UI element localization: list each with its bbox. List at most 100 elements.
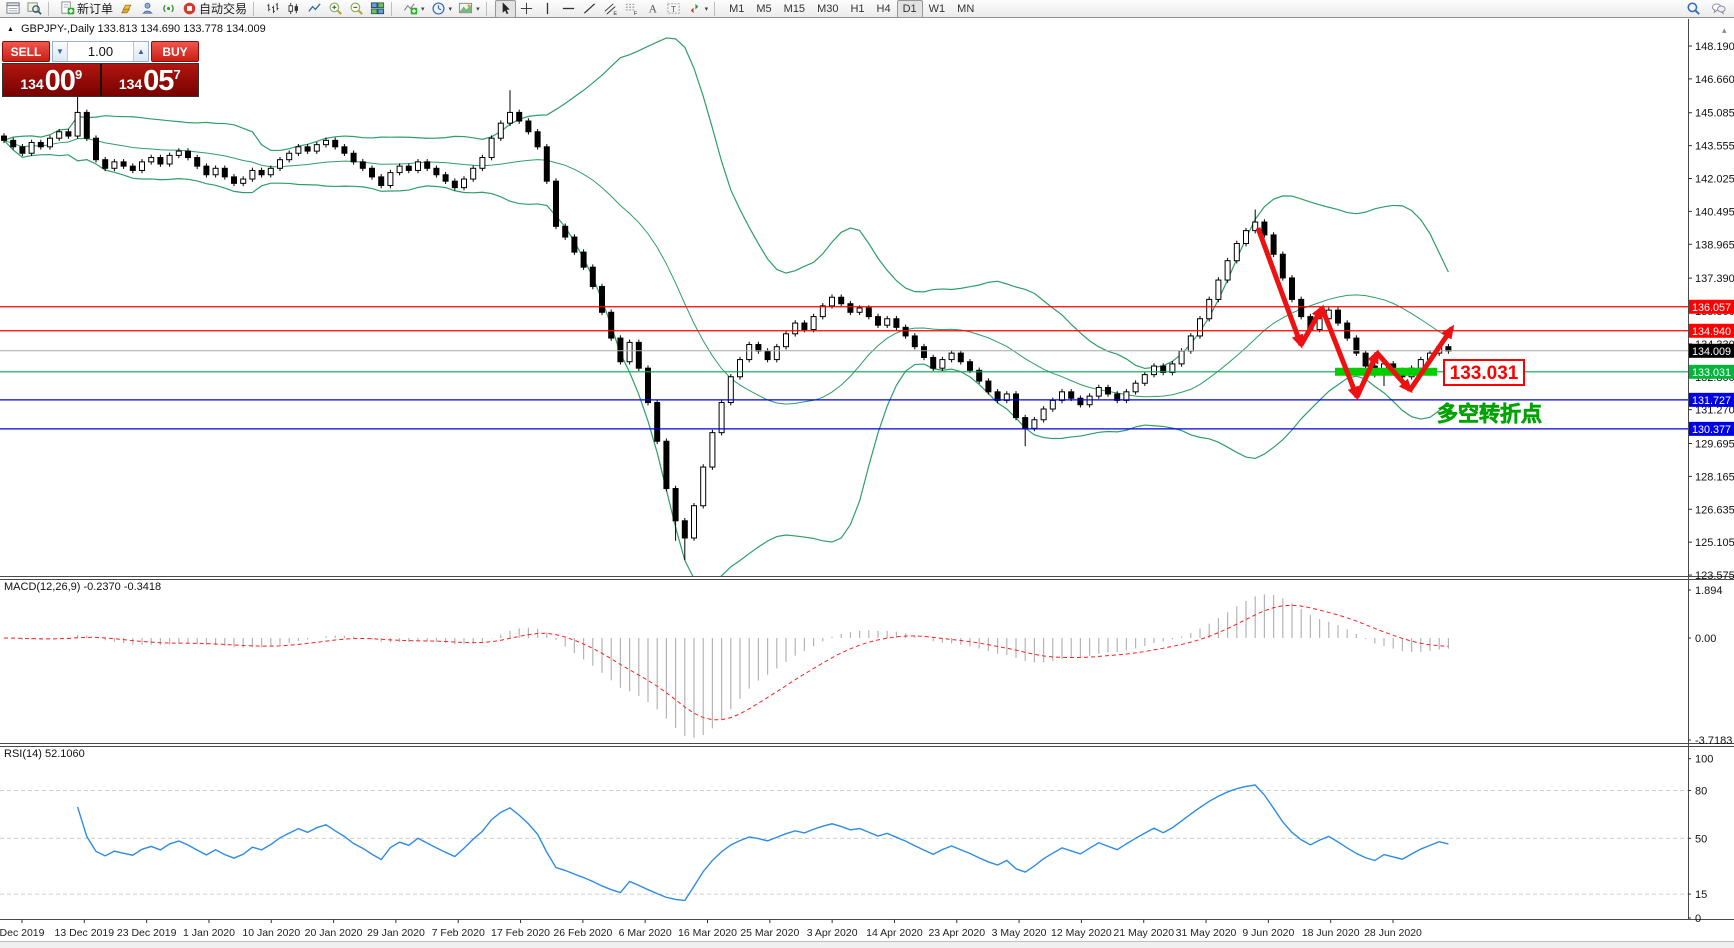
candle-body	[581, 252, 586, 267]
trendline-icon[interactable]	[579, 0, 600, 18]
equidistant-channel-icon: E	[603, 1, 618, 16]
candle-body	[1244, 231, 1249, 244]
candle-body	[1198, 319, 1203, 336]
toolbar: 新订单自动交易▾▾▾EFAT▾M1M5M15M30H1H4D1W1MN	[0, 0, 1734, 18]
candle-body	[1262, 222, 1267, 235]
price-badge-text: 133.031	[1692, 367, 1731, 379]
text-icon[interactable]: A	[642, 0, 663, 18]
clock-icon[interactable]: ▾	[428, 0, 456, 18]
buy-button[interactable]: BUY	[151, 41, 199, 62]
candle-body	[572, 237, 577, 252]
tf-w1-button[interactable]: W1	[923, 0, 952, 18]
candle-body	[1078, 398, 1083, 404]
tf-h1-button[interactable]: H1	[844, 0, 870, 18]
candle-body	[406, 166, 411, 170]
tile-windows-icon[interactable]	[367, 0, 388, 18]
rsi-tick-label: 80	[1695, 786, 1707, 798]
tf-m5-button[interactable]: M5	[750, 0, 777, 18]
candle-body	[646, 368, 651, 402]
new-order-button[interactable]: 新订单	[57, 0, 116, 18]
price-badge-text: 131.727	[1692, 395, 1731, 407]
signal-icon[interactable]	[158, 0, 179, 18]
price-tick-label: 125.105	[1695, 537, 1734, 549]
tf-h1-button-label: H1	[847, 3, 867, 15]
candle-body	[462, 179, 467, 188]
bar-chart-icon	[265, 1, 280, 16]
candle-body	[38, 143, 43, 147]
add-indicator-icon[interactable]: ▾	[400, 0, 428, 18]
candle-body	[1124, 392, 1129, 401]
search-icon[interactable]	[1683, 0, 1704, 18]
volume-increase-button[interactable]: ▲	[133, 42, 148, 61]
chart-area[interactable]: 133.031多空转折点▴148.190146.660145.085143.55…	[0, 0, 1734, 948]
tf-m15-button[interactable]: M15	[778, 0, 811, 18]
tf-mn-button[interactable]: MN	[951, 0, 980, 18]
fibonacci-icon[interactable]: F	[621, 0, 642, 18]
zoom-out-icon[interactable]	[346, 0, 367, 18]
tf-m1-button[interactable]: M1	[723, 0, 750, 18]
data-window-icon[interactable]	[3, 0, 24, 18]
volume-input[interactable]	[68, 42, 133, 61]
tf-mn-button-label: MN	[954, 3, 977, 15]
sell-price[interactable]: 134009	[3, 64, 100, 96]
zoom-out-icon	[349, 1, 364, 16]
trading-platform-window: 133.031多空转折点▴148.190146.660145.085143.55…	[0, 0, 1734, 948]
crosshair-icon[interactable]	[516, 0, 537, 18]
note-text[interactable]: 多空转折点	[1437, 402, 1542, 426]
chat-icon[interactable]	[1708, 0, 1729, 18]
sell-button[interactable]: SELL	[2, 41, 50, 62]
buy-price[interactable]: 134057	[102, 64, 199, 96]
price-tick-label: 146.660	[1695, 74, 1734, 86]
candle-body	[57, 132, 62, 138]
candle-body	[719, 403, 724, 433]
text-label-icon[interactable]: T	[663, 0, 684, 18]
tf-d1-button[interactable]: D1	[897, 0, 923, 18]
svg-text:F: F	[633, 11, 637, 16]
rsi-tick-label: 0	[1695, 913, 1701, 925]
autotrading-button[interactable]: 自动交易	[179, 0, 250, 18]
candle-body	[517, 112, 522, 121]
candle-body	[618, 338, 623, 362]
fibonacci-icon: F	[624, 1, 639, 16]
volume-decrease-button[interactable]: ▼	[53, 42, 68, 61]
arrows-icon[interactable]: ▾	[684, 0, 712, 18]
candle-body	[250, 170, 255, 179]
candle-body	[802, 323, 807, 329]
chart-title-text: GBPJPY-,Daily 133.813 134.690 133.778 13…	[21, 23, 266, 35]
tf-m30-button[interactable]: M30	[811, 0, 844, 18]
date-label: 6 Mar 2020	[619, 927, 672, 939]
horizontal-line-icon[interactable]	[558, 0, 579, 18]
candle-body	[140, 162, 145, 171]
candle-body	[112, 162, 117, 168]
line-chart-icon[interactable]	[304, 0, 325, 18]
toolbar-separator	[48, 2, 53, 16]
date-label: 3 Apr 2020	[807, 927, 858, 939]
chart-title: ▲ GBPJPY-,Daily 133.813 134.690 133.778 …	[7, 23, 266, 35]
template-search-icon[interactable]	[24, 0, 45, 18]
candle-body	[1207, 299, 1212, 318]
zoom-in-icon[interactable]	[325, 0, 346, 18]
community-icon[interactable]	[137, 0, 158, 18]
candle-body	[554, 181, 559, 226]
data-window-icon	[6, 1, 21, 16]
candle-body	[535, 132, 540, 147]
macd-tick-label: -3.7183	[1695, 735, 1732, 747]
candlestick-chart-icon[interactable]	[283, 0, 304, 18]
candle-body	[876, 317, 881, 326]
candle-body	[922, 347, 927, 358]
vertical-line-icon[interactable]	[537, 0, 558, 18]
rsi-tick-label: 50	[1695, 833, 1707, 845]
candle-body	[333, 140, 338, 146]
autotrading-icon	[182, 1, 197, 16]
candle-body	[241, 179, 246, 183]
toolbar-separator	[486, 2, 491, 16]
bar-chart-icon[interactable]	[262, 0, 283, 18]
equidistant-channel-icon[interactable]: E	[600, 0, 621, 18]
scroll-to-end-marker[interactable]: ▴	[1722, 25, 1727, 35]
candle-body	[857, 308, 862, 312]
tf-h4-button[interactable]: H4	[871, 0, 897, 18]
candle-body	[1170, 364, 1175, 373]
chart-template-icon[interactable]: ▾	[455, 0, 483, 18]
cursor-icon[interactable]	[495, 0, 516, 18]
gold-icon[interactable]	[116, 0, 137, 18]
